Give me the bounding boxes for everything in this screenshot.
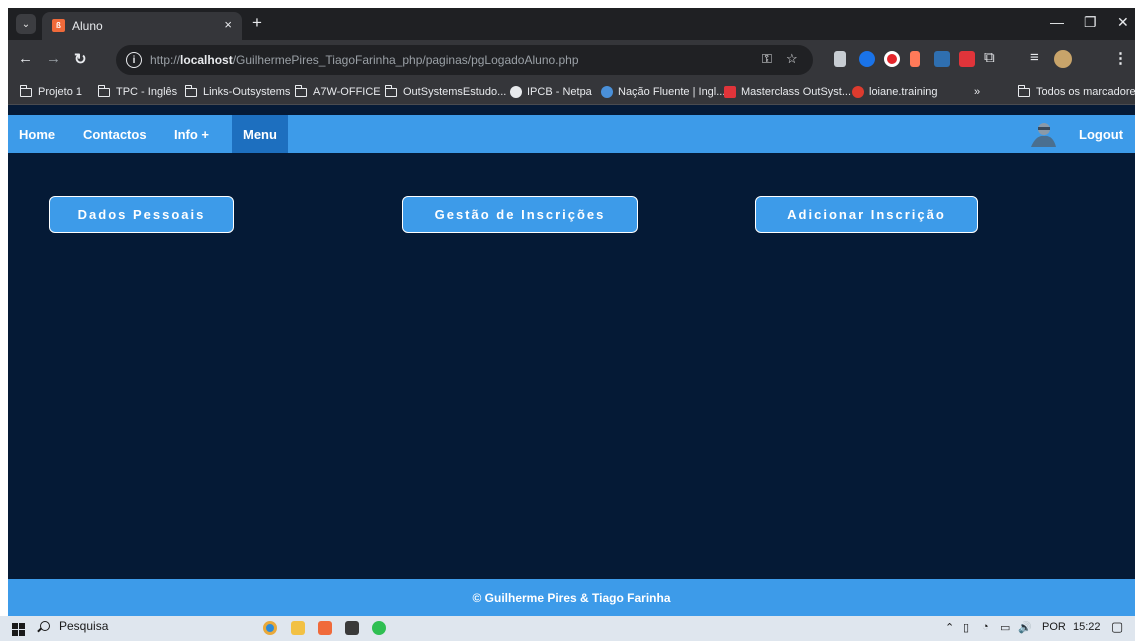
bookmark-tpc-ingles[interactable]: TPC - Inglês [98, 84, 177, 98]
back-arrow-icon[interactable]: ← [18, 50, 33, 67]
top-strip [0, 0, 1135, 8]
file-explorer-taskbar-icon[interactable] [291, 621, 305, 635]
screen: ⌄ ß Aluno × + — ❐ ✕ ← → ↻ i http://local… [0, 0, 1135, 641]
forward-arrow-icon[interactable]: → [46, 50, 61, 67]
extensions-puzzle-icon[interactable]: ⧉ [984, 49, 995, 66]
tray-chevron-icon[interactable]: ⌃ [945, 621, 954, 634]
nav-menu[interactable]: Menu [232, 115, 288, 153]
extension-shield-icon[interactable] [934, 51, 950, 67]
tab-close-icon[interactable]: × [224, 17, 232, 32]
bookmark-ipcb-netpa[interactable]: IPCB - Netpa [510, 86, 592, 98]
new-tab-button[interactable]: + [252, 14, 262, 32]
bookmark-projeto1[interactable]: Projeto 1 [20, 84, 82, 98]
bookmark-nacao-fluente[interactable]: Nação Fluente | Ingl... [601, 86, 725, 98]
chrome-taskbar-icon[interactable] [263, 621, 277, 635]
xampp-favicon-icon: ß [52, 19, 65, 32]
reload-icon[interactable]: ↻ [74, 50, 87, 68]
nav-home[interactable]: Home [19, 127, 55, 142]
site-icon [601, 86, 613, 98]
gestao-inscricoes-button[interactable]: Gestão de Inscrições [402, 196, 638, 233]
nav-contactos[interactable]: Contactos [83, 127, 147, 142]
windows-taskbar: Pesquisa ⌃ ▯ ◔ ▭ 🔊 POR 15:22 ▢ [0, 616, 1135, 641]
reading-list-icon[interactable]: ≡ [1030, 49, 1039, 66]
browser-tab[interactable]: ß Aluno × [42, 12, 242, 40]
minimize-button[interactable]: — [1050, 14, 1064, 30]
page-body [8, 105, 1135, 616]
address-bar[interactable]: i http://localhost/GuilhermePires_TiagoF… [116, 45, 813, 75]
bookmarks-bar: Projeto 1 TPC - Inglês Links-Outsystems … [8, 80, 1135, 105]
password-key-icon[interactable]: ⚿ [762, 51, 772, 67]
logout-link[interactable]: Logout [1079, 127, 1123, 142]
tab-title: Aluno [72, 19, 103, 33]
bookmark-outsystems-estudo[interactable]: OutSystemsEstudo... [385, 84, 506, 98]
opera-extension-icon[interactable] [884, 51, 900, 67]
folder-icon [98, 84, 110, 97]
whatsapp-taskbar-icon[interactable] [372, 621, 386, 635]
folder-icon [20, 84, 32, 97]
bookmark-a7w-office[interactable]: A7W-OFFICE [295, 84, 381, 98]
tray-clock[interactable]: 15:22 [1073, 621, 1101, 633]
user-avatar-icon [1031, 123, 1056, 147]
adicionar-inscricao-button[interactable]: Adicionar Inscrição [755, 196, 978, 233]
notifications-icon[interactable]: ▢ [1111, 619, 1123, 635]
globe-icon [510, 86, 522, 98]
all-bookmarks[interactable]: Todos os marcadores [1018, 84, 1135, 98]
site-icon [724, 86, 736, 98]
bookmark-links-outsystems[interactable]: Links-Outsystems [185, 84, 290, 98]
extension-blue-icon[interactable] [859, 51, 875, 67]
taskbar-search[interactable]: Pesquisa [40, 619, 108, 633]
folder-icon [1018, 84, 1030, 97]
windows-start-icon[interactable] [12, 623, 25, 636]
xampp-taskbar-icon[interactable] [318, 621, 332, 635]
bookmark-loiane[interactable]: loiane.training [852, 86, 938, 98]
folder-icon [295, 84, 307, 97]
browser-toolbar: ← → ↻ i http://localhost/GuilhermePires_… [8, 40, 1135, 80]
extension-red-icon[interactable] [959, 51, 975, 67]
bookmark-star-icon[interactable]: ☆ [786, 51, 798, 67]
tab-search-button[interactable]: ⌄ [16, 14, 36, 34]
dados-pessoais-button[interactable]: Dados Pessoais [49, 196, 234, 233]
extension-orange-icon[interactable] [910, 51, 920, 67]
site-footer: © Guilherme Pires & Tiago Farinha [8, 579, 1135, 616]
url-text[interactable]: http://localhost/GuilhermePires_TiagoFar… [150, 53, 579, 67]
tray-battery-icon[interactable]: ▭ [1000, 621, 1010, 634]
reader-mode-icon[interactable] [834, 51, 846, 67]
folder-icon [385, 84, 397, 97]
tray-volume-icon[interactable]: 🔊 [1018, 621, 1032, 634]
site-info-icon[interactable]: i [126, 52, 142, 68]
bookmarks-overflow-button[interactable]: » [974, 86, 980, 98]
tray-device-icon[interactable]: ▯ [963, 621, 969, 634]
bookmark-masterclass[interactable]: Masterclass OutSyst... [724, 86, 851, 98]
angular-icon [852, 86, 864, 98]
browser-tab-strip: ⌄ ß Aluno × + — ❐ ✕ [8, 8, 1135, 40]
nav-info[interactable]: Info + [174, 127, 209, 142]
site-navbar: Home Contactos Info + Menu Logout [8, 115, 1135, 153]
restore-button[interactable]: ❐ [1084, 14, 1097, 31]
close-window-button[interactable]: ✕ [1117, 14, 1129, 31]
profile-avatar-icon[interactable] [1054, 50, 1072, 68]
browser-menu-icon[interactable]: ⋮ [1113, 49, 1128, 67]
folder-icon [185, 84, 197, 97]
search-icon [40, 621, 50, 631]
terminal-taskbar-icon[interactable] [345, 621, 359, 635]
tray-language[interactable]: POR [1042, 621, 1066, 633]
tray-network-icon[interactable]: ◔ [982, 621, 989, 633]
